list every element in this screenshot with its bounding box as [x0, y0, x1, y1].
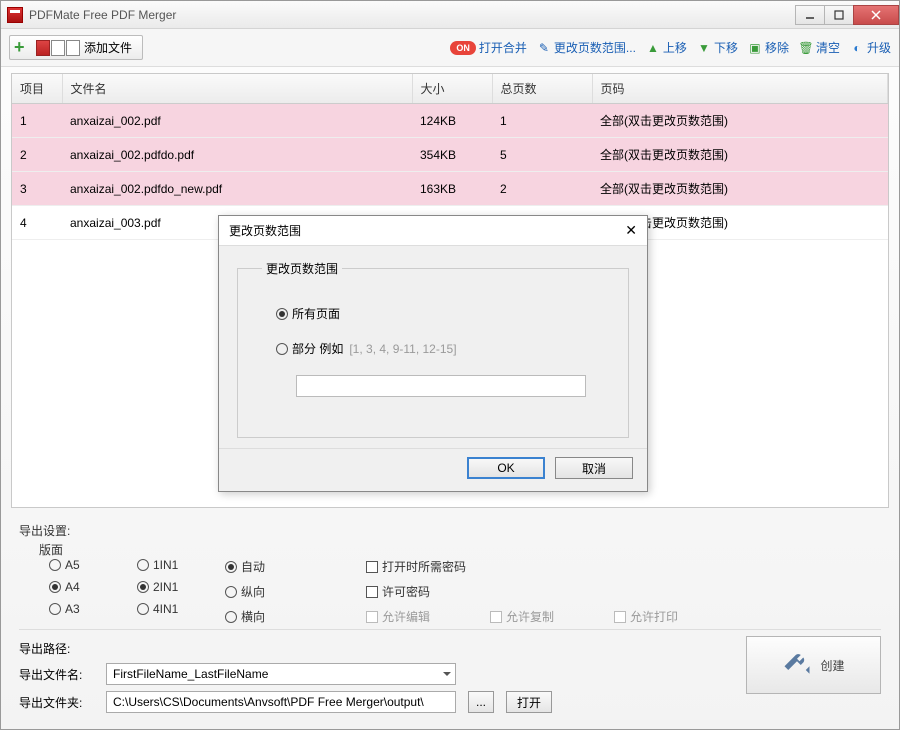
table-row[interactable]: 1anxaizai_002.pdf124KB1全部(双击更改页数范围) [12, 104, 888, 138]
export-path-section: 导出路径: 导出文件名: FirstFileName_LastFileName … [1, 632, 899, 729]
plus-icon: + [14, 40, 30, 56]
remove-link[interactable]: ▣ 移除 [748, 39, 789, 56]
folder-label: 导出文件夹: [19, 694, 94, 711]
add-file-button[interactable]: + 添加文件 [9, 35, 143, 60]
dialog-legend: 更改页数范围 [262, 260, 342, 277]
filename-label: 导出文件名: [19, 666, 94, 683]
clear-link[interactable]: 🗑 清空 [799, 39, 840, 56]
page-range-dialog: 更改页数范围 ✕ 更改页数范围 所有页面 部分 例如 [1, 3, 4, 9-1… [218, 215, 648, 492]
table-row[interactable]: 2anxaizai_002.pdfdo.pdf354KB5全部(双击更改页数范围… [12, 138, 888, 172]
on-badge: ON [450, 41, 476, 55]
move-down-link[interactable]: ▼ 下移 [697, 39, 738, 56]
create-button[interactable]: 创建 [746, 636, 881, 694]
tools-icon [782, 650, 812, 680]
radio-partial-pages[interactable]: 部分 例如 [276, 340, 343, 357]
add-file-label: 添加文件 [84, 39, 132, 56]
range-input[interactable] [296, 375, 586, 397]
radio-a3[interactable]: A3 [49, 602, 137, 616]
change-range-link[interactable]: ✎ 更改页数范围... [537, 39, 636, 56]
check-allow-copy: 允许复制 [490, 608, 554, 625]
upgrade-icon: ◐ [850, 41, 864, 55]
pdf-icon [36, 40, 50, 56]
layout-label: 版面 [39, 541, 219, 558]
close-button[interactable] [853, 5, 899, 25]
radio-portrait[interactable]: 纵向 [225, 583, 320, 600]
export-path-label: 导出路径: [19, 640, 736, 657]
minimize-button[interactable] [795, 5, 825, 25]
folder-input[interactable]: C:\Users\CS\Documents\Anvsoft\PDF Free M… [106, 691, 456, 713]
filename-dropdown[interactable]: FirstFileName_LastFileName [106, 663, 456, 685]
radio-2in1[interactable]: 2IN1 [137, 580, 225, 594]
move-up-link[interactable]: ▲ 上移 [646, 39, 687, 56]
app-icon [7, 7, 23, 23]
col-index[interactable]: 项目 [12, 74, 62, 104]
wand-icon: ✎ [537, 41, 551, 55]
check-allow-print: 允许打印 [614, 608, 678, 625]
radio-auto[interactable]: 自动 [225, 558, 320, 575]
dialog-title: 更改页数范围 [229, 222, 301, 239]
radio-4in1[interactable]: 4IN1 [137, 602, 225, 616]
col-pages[interactable]: 总页数 [492, 74, 592, 104]
remove-icon: ▣ [748, 41, 762, 55]
titlebar: PDFMate Free PDF Merger [1, 1, 899, 29]
range-hint: [1, 3, 4, 9-11, 12-15] [349, 342, 456, 356]
check-allow-edit: 允许编辑 [366, 608, 430, 625]
dialog-close-icon[interactable]: ✕ [625, 222, 637, 239]
cancel-button[interactable]: 取消 [555, 457, 633, 479]
radio-1in1[interactable]: 1IN1 [137, 558, 225, 572]
col-size[interactable]: 大小 [412, 74, 492, 104]
arrow-up-icon: ▲ [646, 41, 660, 55]
doc-icon [51, 40, 65, 56]
upgrade-link[interactable]: ◐ 升级 [850, 39, 891, 56]
check-permission-password[interactable]: 许可密码 [366, 583, 881, 600]
radio-all-pages[interactable]: 所有页面 [276, 305, 340, 322]
toolbar: + 添加文件 ON 打开合并 ✎ 更改页数范围... ▲ 上移 ▼ 下移 [1, 29, 899, 67]
col-filename[interactable]: 文件名 [62, 74, 412, 104]
open-folder-button[interactable]: 打开 [506, 691, 552, 713]
radio-landscape[interactable]: 横向 [225, 608, 320, 625]
arrow-down-icon: ▼ [697, 41, 711, 55]
radio-a4[interactable]: A4 [49, 580, 137, 594]
app-title: PDFMate Free PDF Merger [29, 8, 176, 22]
ok-button[interactable]: OK [467, 457, 545, 479]
check-open-password[interactable]: 打开时所需密码 [366, 558, 881, 575]
col-range[interactable]: 页码 [592, 74, 888, 104]
maximize-button[interactable] [824, 5, 854, 25]
export-settings-label: 导出设置: [19, 522, 881, 539]
img-icon [66, 40, 80, 56]
merge-toggle[interactable]: ON 打开合并 [450, 39, 527, 56]
table-row[interactable]: 3anxaizai_002.pdfdo_new.pdf163KB2全部(双击更改… [12, 172, 888, 206]
trash-icon: 🗑 [799, 41, 813, 55]
browse-button[interactable]: ... [468, 691, 494, 713]
radio-a5[interactable]: A5 [49, 558, 137, 572]
export-settings: 导出设置: 版面 A5 A4 A3 1IN1 2IN1 4IN1 自动 纵向 [1, 512, 899, 627]
